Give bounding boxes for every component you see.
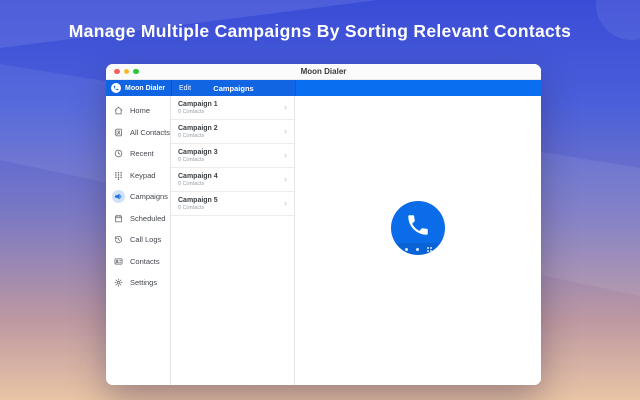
campaign-contact-count: 0 Contacts xyxy=(178,133,218,139)
close-button[interactable] xyxy=(114,69,120,75)
campaign-row-4[interactable]: Campaign 4 0 Contacts › xyxy=(171,168,294,192)
chevron-right-icon: › xyxy=(284,199,287,208)
sidebar-item-label: Campaigns xyxy=(130,192,168,201)
brand-area: Moon Dialer xyxy=(106,80,171,96)
sidebar-item-label: Settings xyxy=(130,278,157,287)
campaign-row-2[interactable]: Campaign 2 0 Contacts › xyxy=(171,120,294,144)
window-content: Home All Contacts Recent xyxy=(106,96,541,385)
sidebar: Home All Contacts Recent xyxy=(106,96,171,385)
sidebar-item-campaigns[interactable]: Campaigns xyxy=(106,186,170,208)
sidebar-item-call-logs[interactable]: Call Logs xyxy=(106,229,170,251)
sidebar-item-label: Contacts xyxy=(130,257,160,266)
campaign-contact-count: 0 Contacts xyxy=(178,205,218,211)
chevron-right-icon: › xyxy=(284,151,287,160)
main-toolbar xyxy=(295,80,541,96)
sidebar-item-settings[interactable]: Settings xyxy=(106,272,170,294)
campaign-name: Campaign 4 xyxy=(178,173,218,180)
sidebar-item-scheduled[interactable]: Scheduled xyxy=(106,208,170,230)
contacts-book-icon xyxy=(112,126,125,139)
sidebar-item-label: Scheduled xyxy=(130,214,165,223)
zoom-button[interactable] xyxy=(133,69,139,75)
chevron-right-icon: › xyxy=(284,127,287,136)
background: Manage Multiple Campaigns By Sorting Rel… xyxy=(0,0,640,400)
megaphone-icon xyxy=(112,190,125,203)
campaigns-header: Campaigns xyxy=(213,84,253,93)
sidebar-item-label: Recent xyxy=(130,149,154,158)
sidebar-item-recent[interactable]: Recent xyxy=(106,143,170,165)
sidebar-item-label: Home xyxy=(130,106,150,115)
keypad-icon xyxy=(112,169,125,182)
traffic-lights xyxy=(114,64,139,79)
chevron-right-icon: › xyxy=(284,175,287,184)
campaign-name: Campaign 3 xyxy=(178,149,218,156)
campaign-row-5[interactable]: Campaign 5 0 Contacts › xyxy=(171,192,294,216)
mini-keypad-icon xyxy=(427,247,432,252)
sidebar-item-label: Keypad xyxy=(130,171,155,180)
app-toolbar: Moon Dialer Edit Campaigns xyxy=(106,80,541,96)
sidebar-item-home[interactable]: Home xyxy=(106,100,170,122)
calendar-icon xyxy=(112,212,125,225)
window-title: Moon Dialer xyxy=(106,67,541,76)
minimize-button[interactable] xyxy=(124,69,130,75)
carousel-dots xyxy=(391,243,445,255)
campaign-contact-count: 0 Contacts xyxy=(178,181,218,187)
app-window: Moon Dialer Moon Dialer Edit Campaigns xyxy=(106,64,541,385)
contact-card-icon xyxy=(112,255,125,268)
phone-icon xyxy=(111,83,121,93)
campaign-name: Campaign 5 xyxy=(178,197,218,204)
campaign-contact-count: 0 Contacts xyxy=(178,109,218,115)
history-icon xyxy=(112,233,125,246)
sidebar-item-contacts[interactable]: Contacts xyxy=(106,251,170,273)
sidebar-item-keypad[interactable]: Keypad xyxy=(106,165,170,187)
brand-name: Moon Dialer xyxy=(125,85,165,92)
sidebar-item-all-contacts[interactable]: All Contacts xyxy=(106,122,170,144)
window-titlebar: Moon Dialer xyxy=(106,64,541,80)
campaign-row-1[interactable]: Campaign 1 0 Contacts › xyxy=(171,96,294,120)
edit-button[interactable]: Edit xyxy=(179,85,191,92)
campaign-name: Campaign 2 xyxy=(178,125,218,132)
list-toolbar: Edit Campaigns xyxy=(171,80,295,96)
phone-icon xyxy=(405,212,431,238)
sidebar-item-label: All Contacts xyxy=(130,128,170,137)
main-panel xyxy=(295,96,541,385)
campaign-name: Campaign 1 xyxy=(178,101,218,108)
campaign-list: Campaign 1 0 Contacts › Campaign 2 0 Con… xyxy=(171,96,295,385)
dot-icon xyxy=(416,248,419,251)
home-icon xyxy=(112,104,125,117)
dot-icon xyxy=(405,248,408,251)
sidebar-item-label: Call Logs xyxy=(130,235,161,244)
campaign-contact-count: 0 Contacts xyxy=(178,157,218,163)
clock-icon xyxy=(112,147,125,160)
empty-state-illustration xyxy=(391,201,445,255)
chevron-right-icon: › xyxy=(284,103,287,112)
page-title: Manage Multiple Campaigns By Sorting Rel… xyxy=(0,21,640,42)
gear-icon xyxy=(112,276,125,289)
campaign-row-3[interactable]: Campaign 3 0 Contacts › xyxy=(171,144,294,168)
